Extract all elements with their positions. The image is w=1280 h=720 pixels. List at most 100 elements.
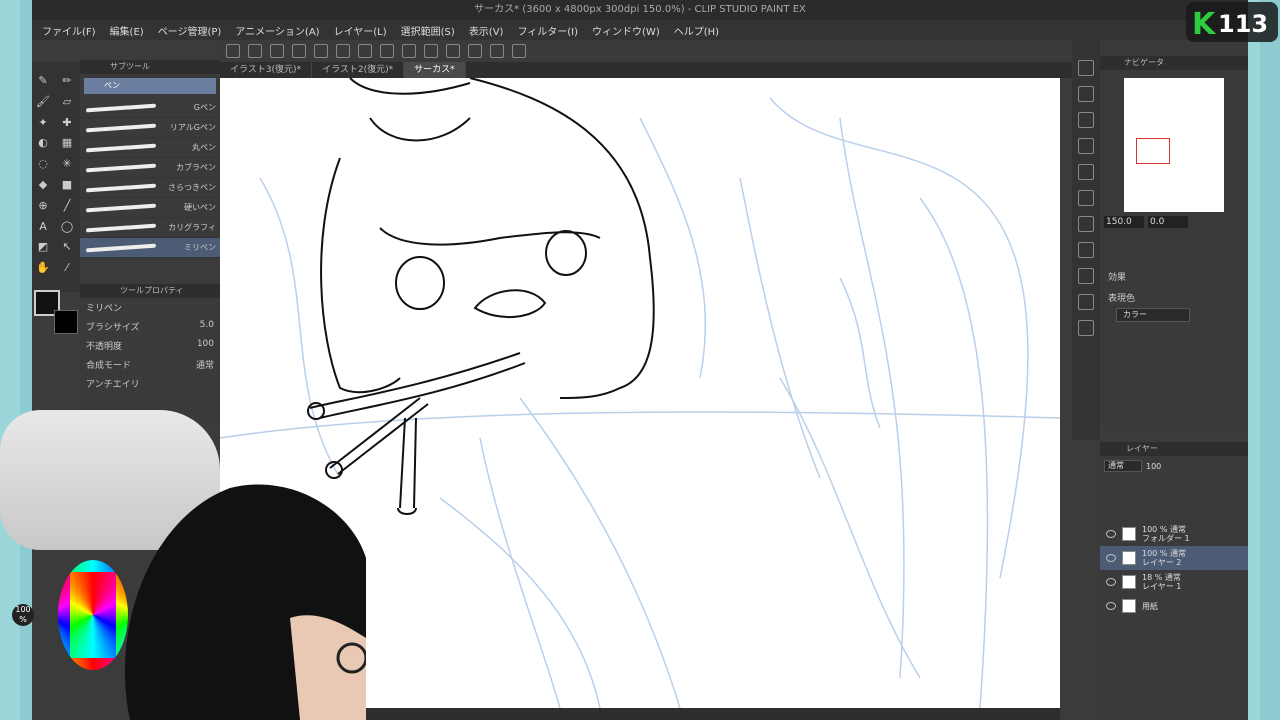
- pencil-tool-icon[interactable]: ✏: [58, 74, 76, 90]
- opacity-label: 不透明度: [86, 342, 123, 352]
- color-set-icon[interactable]: [1078, 216, 1094, 232]
- menu-view[interactable]: 表示(V): [469, 23, 504, 38]
- zoom-value[interactable]: 150.0: [1104, 216, 1144, 228]
- close-icon[interactable]: [1078, 164, 1094, 180]
- visibility-eye-icon[interactable]: [1106, 554, 1116, 562]
- redo-icon[interactable]: [336, 44, 350, 58]
- menu-file[interactable]: ファイル(F): [42, 23, 96, 38]
- clip-studio-icon[interactable]: [226, 44, 240, 58]
- grid-tool-icon[interactable]: ▦: [58, 136, 76, 152]
- layer-item-paper[interactable]: 用紙: [1100, 594, 1248, 618]
- layer-property-icon[interactable]: [1078, 138, 1094, 154]
- menu-animation[interactable]: アニメーション(A): [235, 23, 319, 38]
- layer-blend-row: 通常 100: [1100, 456, 1248, 476]
- brush-rough-pen[interactable]: さらつきペン: [80, 178, 220, 198]
- hand-tool-icon[interactable]: ✋: [34, 261, 52, 277]
- navigator-view-rect[interactable]: [1136, 138, 1170, 164]
- history-icon[interactable]: [1078, 190, 1094, 206]
- decoration-tool-icon[interactable]: ✦: [34, 116, 52, 132]
- menu-window[interactable]: ウィンドウ(W): [592, 23, 660, 38]
- subtool-panel: サブツール ペン Gペン リアルGペン 丸ペン カブラペン さらつきペン 硬いペ…: [80, 60, 220, 260]
- brush-hard-pen[interactable]: 硬いペン: [80, 198, 220, 218]
- subtool-group-pen[interactable]: ペン: [84, 78, 216, 94]
- object-tool-icon[interactable]: ↖: [58, 240, 76, 256]
- blend-mode-value[interactable]: 通常: [196, 358, 214, 371]
- transform-icon[interactable]: [402, 44, 416, 58]
- layer-item-layer2[interactable]: 100 % 通常 レイヤー 2: [1100, 546, 1248, 570]
- ruler-snap-icon[interactable]: [446, 44, 460, 58]
- person-icon[interactable]: [1078, 320, 1094, 336]
- brush-tool-icon[interactable]: 🖌: [34, 95, 52, 111]
- move-tool-icon[interactable]: ✚: [58, 116, 76, 132]
- navigator-title: ナビゲータ: [1100, 56, 1248, 70]
- brush-preview-label: ミリペン: [86, 304, 123, 314]
- brush-calligraphy[interactable]: カリグラフィ: [80, 218, 220, 238]
- menu-edit[interactable]: 編集(E): [110, 23, 144, 38]
- sub-color-swatch[interactable]: [54, 310, 78, 334]
- layer-blend-dropdown[interactable]: 通常: [1104, 460, 1142, 472]
- brush-kabura-pen[interactable]: カブラペン: [80, 158, 220, 178]
- opacity-row[interactable]: 不透明度 100: [80, 336, 220, 355]
- magic-wand-icon[interactable]: ✳: [58, 157, 76, 173]
- paper-thumbnail: [1122, 599, 1136, 613]
- eyedropper-tool-icon[interactable]: ⁄: [58, 261, 76, 277]
- lasso-tool-icon[interactable]: ◌: [34, 157, 52, 173]
- clear-icon[interactable]: [358, 44, 372, 58]
- search-icon[interactable]: [1078, 86, 1094, 102]
- menu-selection[interactable]: 選択範囲(S): [401, 23, 455, 38]
- antialias-row[interactable]: アンチエイリ: [80, 374, 220, 393]
- image-icon[interactable]: [1078, 242, 1094, 258]
- edit-icon[interactable]: [1078, 294, 1094, 310]
- balloon-tool-icon[interactable]: ◯: [58, 220, 76, 236]
- menu-help[interactable]: ヘルプ(H): [674, 23, 719, 38]
- gradient-tool-icon[interactable]: ■: [58, 178, 76, 194]
- fill-icon[interactable]: [380, 44, 394, 58]
- tab-illust2[interactable]: イラスト2(復元)*: [312, 62, 405, 78]
- close-icon[interactable]: [1078, 112, 1094, 128]
- brush-size-label: ブラシサイズ: [86, 323, 140, 333]
- menu-filter[interactable]: フィルター(I): [517, 23, 578, 38]
- deselect-icon[interactable]: [424, 44, 438, 58]
- stream-badge: K 113: [1186, 2, 1278, 42]
- blend-tool-icon[interactable]: ◐: [34, 136, 52, 152]
- eraser-tool-icon[interactable]: ▱: [58, 95, 76, 111]
- visibility-eye-icon[interactable]: [1106, 602, 1116, 610]
- document-icon[interactable]: [1078, 268, 1094, 284]
- expression-color-dropdown[interactable]: カラー: [1116, 308, 1190, 322]
- text-tool-icon[interactable]: A: [34, 220, 52, 236]
- undo-icon[interactable]: [314, 44, 328, 58]
- brush-size-row[interactable]: ブラシサイズ 5.0: [80, 317, 220, 336]
- opacity-value[interactable]: 100: [197, 339, 214, 352]
- grid-snap-icon[interactable]: [490, 44, 504, 58]
- zoom-tool-icon[interactable]: ⊕: [34, 199, 52, 215]
- layer-item-layer1[interactable]: 18 % 通常 レイヤー 1: [1100, 570, 1248, 594]
- layer-item-folder[interactable]: 100 % 通常 フォルダー 1: [1100, 522, 1248, 546]
- brush-g-pen[interactable]: Gペン: [80, 98, 220, 118]
- special-ruler-snap-icon[interactable]: [468, 44, 482, 58]
- open-file-icon[interactable]: [270, 44, 284, 58]
- layer-thumbnail: [1122, 575, 1136, 589]
- pen-tool-icon[interactable]: ✎: [34, 74, 52, 90]
- tab-circus[interactable]: サーカス*: [404, 62, 466, 78]
- document-tabs: イラスト3(復元)* イラスト2(復元)* サーカス*: [220, 62, 1080, 78]
- brush-milli-pen[interactable]: ミリペン: [80, 238, 220, 258]
- line-tool-icon[interactable]: ╱: [58, 199, 76, 215]
- save-icon[interactable]: [292, 44, 306, 58]
- brush-real-g-pen[interactable]: リアルGペン: [80, 118, 220, 138]
- frame-tool-icon[interactable]: ◩: [34, 240, 52, 256]
- layer-opacity-value[interactable]: 100: [1146, 462, 1161, 471]
- material-icon[interactable]: [1078, 60, 1094, 76]
- visibility-eye-icon[interactable]: [1106, 578, 1116, 586]
- color-slider-percent: 100 %: [12, 604, 34, 626]
- tab-illust3[interactable]: イラスト3(復元)*: [220, 62, 313, 78]
- new-file-icon[interactable]: [248, 44, 262, 58]
- fill-tool-icon[interactable]: ◆: [34, 178, 52, 194]
- menu-layer[interactable]: レイヤー(L): [334, 23, 387, 38]
- rotate-value[interactable]: 0.0: [1148, 216, 1188, 228]
- blend-mode-row[interactable]: 合成モード 通常: [80, 355, 220, 374]
- menu-page[interactable]: ページ管理(P): [158, 23, 222, 38]
- visibility-eye-icon[interactable]: [1106, 530, 1116, 538]
- brush-round-pen[interactable]: 丸ペン: [80, 138, 220, 158]
- brush-size-value[interactable]: 5.0: [200, 320, 214, 333]
- settings-icon[interactable]: [512, 44, 526, 58]
